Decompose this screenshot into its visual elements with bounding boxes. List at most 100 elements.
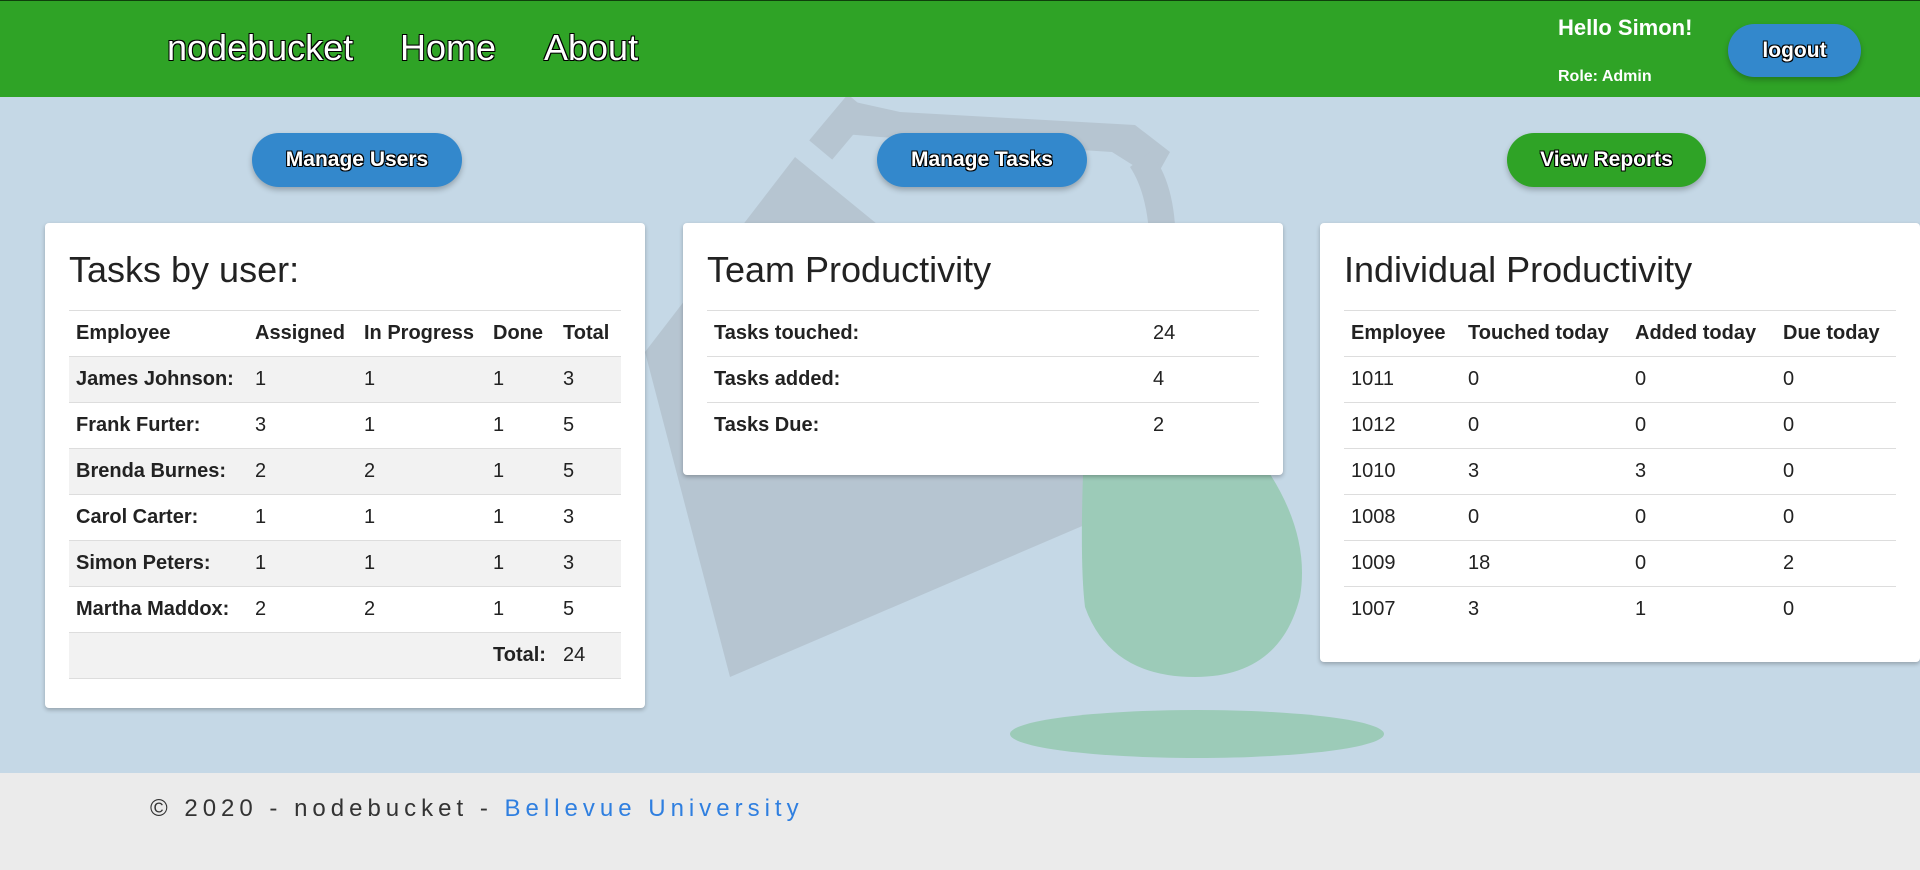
table-cell: 1010 [1344, 448, 1461, 495]
table-cell: 1009 [1344, 540, 1461, 587]
table-cell: 18 [1461, 540, 1628, 587]
table-cell: 1007 [1351, 598, 1396, 620]
table-cell: 3 [248, 402, 357, 449]
table-row: Tasks touched: 24 [707, 310, 1259, 357]
table-cell: 1 [357, 540, 486, 587]
column-header: Due today [1776, 310, 1896, 357]
column-header: Added today [1628, 310, 1776, 357]
metric-label: Tasks Due: [714, 414, 820, 436]
team-productivity-table: Tasks touched: 24 Tasks added: 4 Tasks D… [707, 310, 1259, 448]
total-row: Total: 24 [69, 632, 621, 679]
column-header: In Progress [357, 310, 486, 357]
table-cell: 2 [1776, 540, 1896, 587]
tasks-by-user-table: Employee Assigned In Progress Done Total… [69, 310, 621, 679]
table-cell: 1 [248, 356, 357, 403]
table-cell: 5 [556, 586, 621, 633]
metric-value: 2 [1153, 414, 1165, 436]
table-row: Frank Furter: 3 1 1 5 [69, 402, 621, 449]
table-header-row: Employee Assigned In Progress Done Total [69, 310, 621, 357]
table-cell: 0 [1776, 356, 1896, 403]
total-label: Total: [486, 632, 556, 679]
employee-name-cell: Carol Carter: [69, 494, 248, 541]
table-cell: 2 [248, 448, 357, 495]
table-cell: 3 [1461, 448, 1628, 495]
table-cell: 1 [1635, 598, 1647, 620]
table-cell: 3 [556, 494, 621, 541]
column-header: Employee [1344, 310, 1461, 357]
table-cell: 1 [486, 494, 556, 541]
user-role: Role: Admin [1558, 68, 1652, 85]
table-row: Simon Peters: 1 1 1 3 [69, 540, 621, 587]
footer-university-link[interactable]: Bellevue University [505, 795, 804, 822]
table-cell: 0 [1628, 540, 1776, 587]
table-cell: 1 [248, 540, 357, 587]
employee-name-cell: Simon Peters: [69, 540, 248, 587]
team-productivity-card: Team Productivity Tasks touched: 24 Task… [683, 223, 1283, 475]
employee-name-cell: James Johnson: [69, 356, 248, 403]
employee-name-cell: Brenda Burnes: [69, 448, 248, 495]
logout-button[interactable]: logout [1728, 24, 1861, 77]
table-cell: 2 [357, 586, 486, 633]
footer-copyright: © 2020 - nodebucket - Bellevue Universit… [150, 795, 804, 823]
table-cell: 1008 [1344, 494, 1461, 541]
column-header: Touched today [1461, 310, 1628, 357]
table-cell: 3 [1628, 448, 1776, 495]
table-cell: 5 [556, 402, 621, 449]
employee-name-cell: Frank Furter: [69, 402, 248, 449]
individual-productivity-title: Individual Productivity [1344, 249, 1693, 290]
column-header: Total [556, 310, 621, 357]
table-cell: 0 [1776, 448, 1896, 495]
metric-value: 24 [1146, 310, 1259, 357]
table-cell: 1 [357, 356, 486, 403]
table-row: 1007 3 1 0 [1344, 587, 1896, 633]
table-cell: 0 [1628, 494, 1776, 541]
table-cell: 0 [1461, 494, 1628, 541]
table-cell: 1012 [1344, 402, 1461, 449]
table-cell: 0 [1461, 402, 1628, 449]
total-value: 24 [556, 632, 621, 679]
page-footer: © 2020 - nodebucket - Bellevue Universit… [0, 773, 1920, 870]
table-row: 1008 0 0 0 [1344, 494, 1896, 541]
table-cell: 1011 [1344, 356, 1461, 403]
tasks-by-user-card: Tasks by user: Employee Assigned In Prog… [45, 223, 645, 708]
table-cell: 0 [1628, 356, 1776, 403]
table-cell: 0 [1776, 402, 1896, 449]
user-greeting: Hello Simon! [1558, 15, 1693, 40]
view-reports-button[interactable]: View Reports [1507, 133, 1706, 187]
team-productivity-title: Team Productivity [707, 249, 992, 290]
employee-name-cell: Martha Maddox: [69, 586, 248, 633]
table-cell: 3 [556, 540, 621, 587]
table-row: James Johnson: 1 1 1 3 [69, 356, 621, 403]
table-row: Martha Maddox: 2 2 1 5 [69, 586, 621, 633]
column-header: Done [486, 310, 556, 357]
footer-text: © 2020 - nodebucket - [150, 795, 505, 822]
table-cell: 1 [357, 402, 486, 449]
nav-about-link[interactable]: About [544, 27, 638, 69]
nav-home-link[interactable]: Home [400, 27, 496, 69]
table-cell: 1 [486, 356, 556, 403]
metric-label: Tasks touched: [707, 310, 1146, 357]
tasks-by-user-title: Tasks by user: [69, 249, 300, 290]
column-header: Assigned [248, 310, 357, 357]
table-cell: 1 [357, 494, 486, 541]
table-cell: 0 [1783, 598, 1795, 620]
brand-link[interactable]: nodebucket [167, 27, 353, 69]
column-header: Employee [69, 310, 248, 357]
top-navbar: nodebucket Home About Hello Simon! Role:… [0, 0, 1920, 97]
manage-tasks-button[interactable]: Manage Tasks [877, 133, 1087, 187]
table-row: 1009 18 0 2 [1344, 540, 1896, 587]
manage-users-button[interactable]: Manage Users [252, 133, 462, 187]
table-row: 1011 0 0 0 [1344, 356, 1896, 403]
table-row: 1010 3 3 0 [1344, 448, 1896, 495]
metric-label: Tasks added: [707, 356, 1146, 403]
table-cell: 2 [357, 448, 486, 495]
individual-productivity-table: Employee Touched today Added today Due t… [1344, 310, 1896, 632]
table-row: Tasks added: 4 [707, 356, 1259, 403]
table-cell: 1 [486, 448, 556, 495]
table-cell: 2 [248, 586, 357, 633]
table-row: Tasks Due: 2 [707, 403, 1259, 449]
table-cell: 3 [556, 356, 621, 403]
table-row: Brenda Burnes: 2 2 1 5 [69, 448, 621, 495]
table-row: 1012 0 0 0 [1344, 402, 1896, 449]
table-cell: 1 [486, 586, 556, 633]
